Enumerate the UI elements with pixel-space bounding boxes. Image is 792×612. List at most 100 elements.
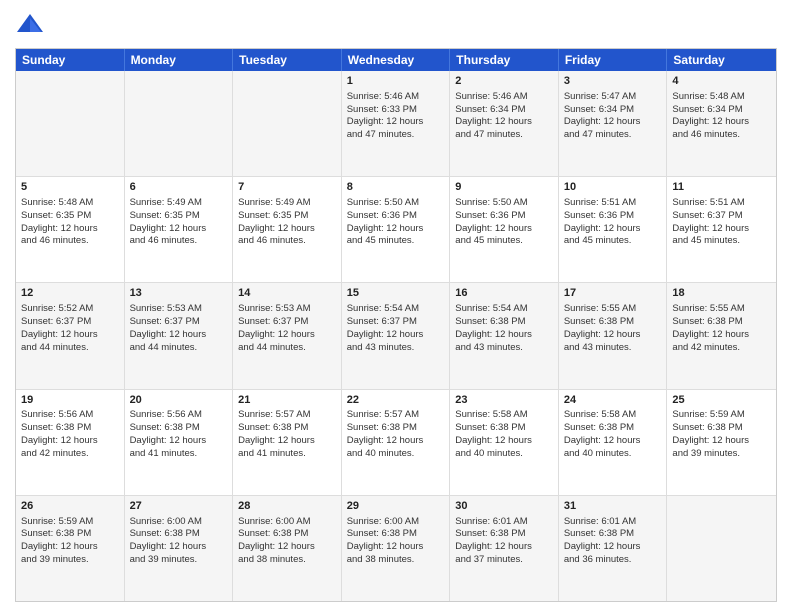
calendar-cell: 21Sunrise: 5:57 AMSunset: 6:38 PMDayligh…	[233, 390, 342, 495]
day-info-line: Sunrise: 5:46 AM	[347, 91, 419, 102]
day-info-line: Daylight: 12 hours	[21, 435, 98, 446]
calendar-cell	[125, 71, 234, 176]
day-number: 1	[347, 74, 445, 89]
day-info-line: and 39 minutes.	[21, 554, 89, 565]
day-info-line: Daylight: 12 hours	[455, 116, 532, 127]
calendar-cell: 6Sunrise: 5:49 AMSunset: 6:35 PMDaylight…	[125, 177, 234, 282]
day-info-line: Sunrise: 5:57 AM	[347, 409, 419, 420]
day-info-line: and 44 minutes.	[238, 342, 306, 353]
day-info-line: Sunset: 6:36 PM	[347, 210, 417, 221]
calendar-cell: 4Sunrise: 5:48 AMSunset: 6:34 PMDaylight…	[667, 71, 776, 176]
day-info-line: and 40 minutes.	[347, 448, 415, 459]
day-info-line: and 45 minutes.	[455, 235, 523, 246]
day-info-line: Daylight: 12 hours	[455, 541, 532, 552]
day-info-line: Sunrise: 6:01 AM	[455, 516, 527, 527]
day-info-line: Sunrise: 5:46 AM	[455, 91, 527, 102]
day-number: 31	[564, 499, 662, 514]
day-number: 17	[564, 286, 662, 301]
day-info-line: Daylight: 12 hours	[672, 435, 749, 446]
day-info-line: Sunrise: 5:54 AM	[347, 303, 419, 314]
day-number: 8	[347, 180, 445, 195]
day-info-line: Sunset: 6:34 PM	[455, 104, 525, 115]
day-number: 2	[455, 74, 553, 89]
day-info-line: Sunset: 6:35 PM	[130, 210, 200, 221]
calendar-row: 26Sunrise: 5:59 AMSunset: 6:38 PMDayligh…	[16, 495, 776, 601]
calendar-cell: 23Sunrise: 5:58 AMSunset: 6:38 PMDayligh…	[450, 390, 559, 495]
cal-header-day: Thursday	[450, 49, 559, 71]
day-info-line: Sunrise: 5:58 AM	[455, 409, 527, 420]
day-number: 11	[672, 180, 771, 195]
day-info-line: Daylight: 12 hours	[564, 541, 641, 552]
day-info-line: Sunrise: 5:51 AM	[672, 197, 744, 208]
day-info-line: Sunset: 6:38 PM	[564, 316, 634, 327]
day-info-line: and 38 minutes.	[238, 554, 306, 565]
cal-header-day: Tuesday	[233, 49, 342, 71]
day-number: 6	[130, 180, 228, 195]
day-info-line: Sunset: 6:37 PM	[130, 316, 200, 327]
day-number: 12	[21, 286, 119, 301]
day-info-line: Sunrise: 5:48 AM	[672, 91, 744, 102]
day-info-line: Sunrise: 6:01 AM	[564, 516, 636, 527]
day-info-line: Sunset: 6:38 PM	[672, 316, 742, 327]
day-info-line: and 46 minutes.	[238, 235, 306, 246]
day-number: 24	[564, 393, 662, 408]
day-info-line: and 44 minutes.	[130, 342, 198, 353]
day-number: 20	[130, 393, 228, 408]
day-info-line: Daylight: 12 hours	[347, 541, 424, 552]
logo	[15, 10, 49, 40]
day-number: 25	[672, 393, 771, 408]
day-info-line: and 46 minutes.	[21, 235, 89, 246]
day-info-line: Daylight: 12 hours	[21, 223, 98, 234]
day-info-line: Sunset: 6:38 PM	[347, 422, 417, 433]
day-info-line: Sunset: 6:37 PM	[672, 210, 742, 221]
calendar-row: 12Sunrise: 5:52 AMSunset: 6:37 PMDayligh…	[16, 282, 776, 388]
day-info-line: Sunrise: 6:00 AM	[347, 516, 419, 527]
day-info-line: Daylight: 12 hours	[564, 329, 641, 340]
calendar-cell: 24Sunrise: 5:58 AMSunset: 6:38 PMDayligh…	[559, 390, 668, 495]
day-info-line: Sunrise: 5:47 AM	[564, 91, 636, 102]
day-info-line: and 40 minutes.	[564, 448, 632, 459]
day-info-line: Daylight: 12 hours	[455, 435, 532, 446]
day-number: 18	[672, 286, 771, 301]
day-info-line: Sunrise: 5:51 AM	[564, 197, 636, 208]
day-number: 19	[21, 393, 119, 408]
day-info-line: Sunset: 6:38 PM	[238, 528, 308, 539]
day-info-line: Sunrise: 5:54 AM	[455, 303, 527, 314]
day-info-line: Daylight: 12 hours	[347, 223, 424, 234]
cal-header-day: Monday	[125, 49, 234, 71]
day-info-line: Sunrise: 5:50 AM	[347, 197, 419, 208]
day-info-line: and 46 minutes.	[672, 129, 740, 140]
day-info-line: Sunset: 6:38 PM	[238, 422, 308, 433]
day-info-line: Daylight: 12 hours	[238, 329, 315, 340]
day-info-line: and 39 minutes.	[672, 448, 740, 459]
day-info-line: Sunrise: 5:55 AM	[564, 303, 636, 314]
calendar-row: 1Sunrise: 5:46 AMSunset: 6:33 PMDaylight…	[16, 71, 776, 176]
day-number: 4	[672, 74, 771, 89]
calendar-cell: 18Sunrise: 5:55 AMSunset: 6:38 PMDayligh…	[667, 283, 776, 388]
day-number: 21	[238, 393, 336, 408]
calendar: SundayMondayTuesdayWednesdayThursdayFrid…	[15, 48, 777, 602]
day-info-line: and 47 minutes.	[564, 129, 632, 140]
day-number: 3	[564, 74, 662, 89]
day-info-line: and 47 minutes.	[347, 129, 415, 140]
day-info-line: Sunrise: 5:56 AM	[21, 409, 93, 420]
day-info-line: Daylight: 12 hours	[238, 541, 315, 552]
day-info-line: Sunset: 6:36 PM	[455, 210, 525, 221]
day-info-line: and 37 minutes.	[455, 554, 523, 565]
day-info-line: and 39 minutes.	[130, 554, 198, 565]
page: SundayMondayTuesdayWednesdayThursdayFrid…	[0, 0, 792, 612]
day-info-line: and 45 minutes.	[672, 235, 740, 246]
day-info-line: and 40 minutes.	[455, 448, 523, 459]
cal-header-day: Friday	[559, 49, 668, 71]
day-info-line: Sunset: 6:38 PM	[21, 528, 91, 539]
day-number: 13	[130, 286, 228, 301]
cal-header-day: Saturday	[667, 49, 776, 71]
day-info-line: and 45 minutes.	[564, 235, 632, 246]
day-number: 29	[347, 499, 445, 514]
day-number: 30	[455, 499, 553, 514]
day-info-line: and 42 minutes.	[672, 342, 740, 353]
day-info-line: Daylight: 12 hours	[564, 116, 641, 127]
day-info-line: Sunrise: 5:48 AM	[21, 197, 93, 208]
day-info-line: Daylight: 12 hours	[564, 223, 641, 234]
day-info-line: Sunset: 6:38 PM	[21, 422, 91, 433]
